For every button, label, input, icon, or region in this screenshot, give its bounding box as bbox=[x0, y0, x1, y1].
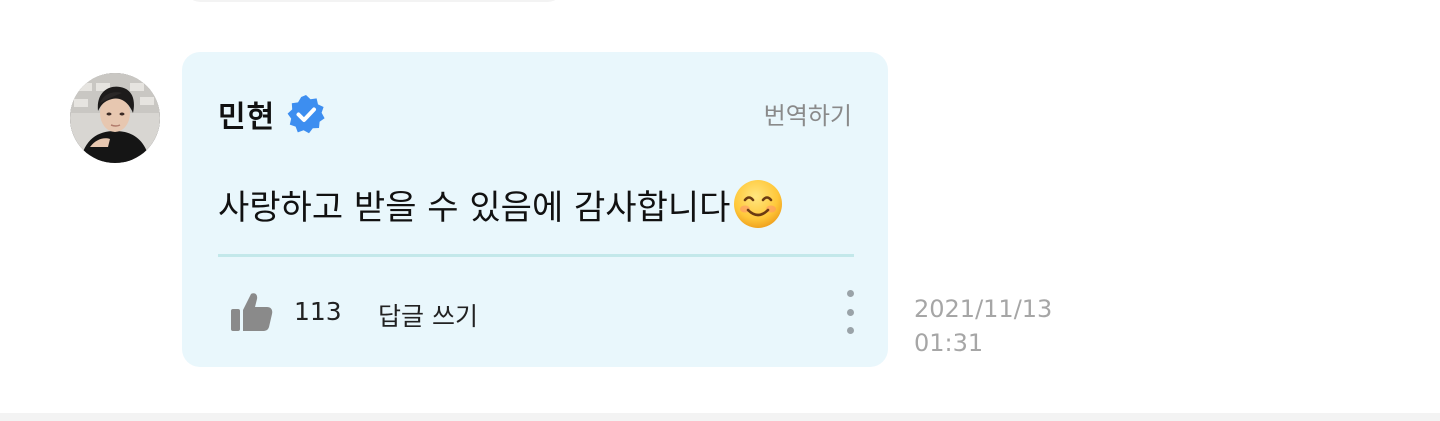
reply-button[interactable]: 답글 쓰기 bbox=[378, 297, 478, 333]
timestamp-date: 2021/11/13 bbox=[914, 295, 1053, 323]
dot bbox=[846, 290, 854, 297]
verified-badge-icon bbox=[285, 93, 327, 135]
section-divider bbox=[0, 413, 1440, 421]
timestamp-time: 01:31 bbox=[914, 329, 984, 357]
previous-comment-edge bbox=[186, 0, 562, 2]
like-count: 113 bbox=[294, 297, 342, 326]
divider bbox=[218, 254, 854, 257]
smiling-face-emoji bbox=[734, 180, 783, 228]
author-name[interactable]: 민현 bbox=[218, 92, 275, 136]
comment-timestamp: 2021/11/13 01:31 bbox=[914, 292, 1052, 360]
avatar[interactable] bbox=[70, 73, 160, 163]
like-button[interactable] bbox=[228, 289, 274, 335]
thumbs-up-icon bbox=[231, 293, 273, 331]
profile-photo bbox=[70, 73, 160, 163]
translate-button[interactable]: 번역하기 bbox=[764, 96, 852, 131]
comment-card: 민현 번역하기 사랑하고 받을 수 있음에 감사합니다 113 답글 쓰기 bbox=[182, 52, 888, 367]
comment-message: 사랑하고 받을 수 있음에 감사합니다 bbox=[218, 174, 784, 234]
more-vertical-icon[interactable] bbox=[838, 290, 862, 334]
dot bbox=[846, 308, 854, 316]
dot bbox=[846, 327, 854, 334]
comment-author: 민현 bbox=[218, 92, 327, 136]
comment-text: 사랑하고 받을 수 있음에 감사합니다 bbox=[218, 187, 731, 228]
